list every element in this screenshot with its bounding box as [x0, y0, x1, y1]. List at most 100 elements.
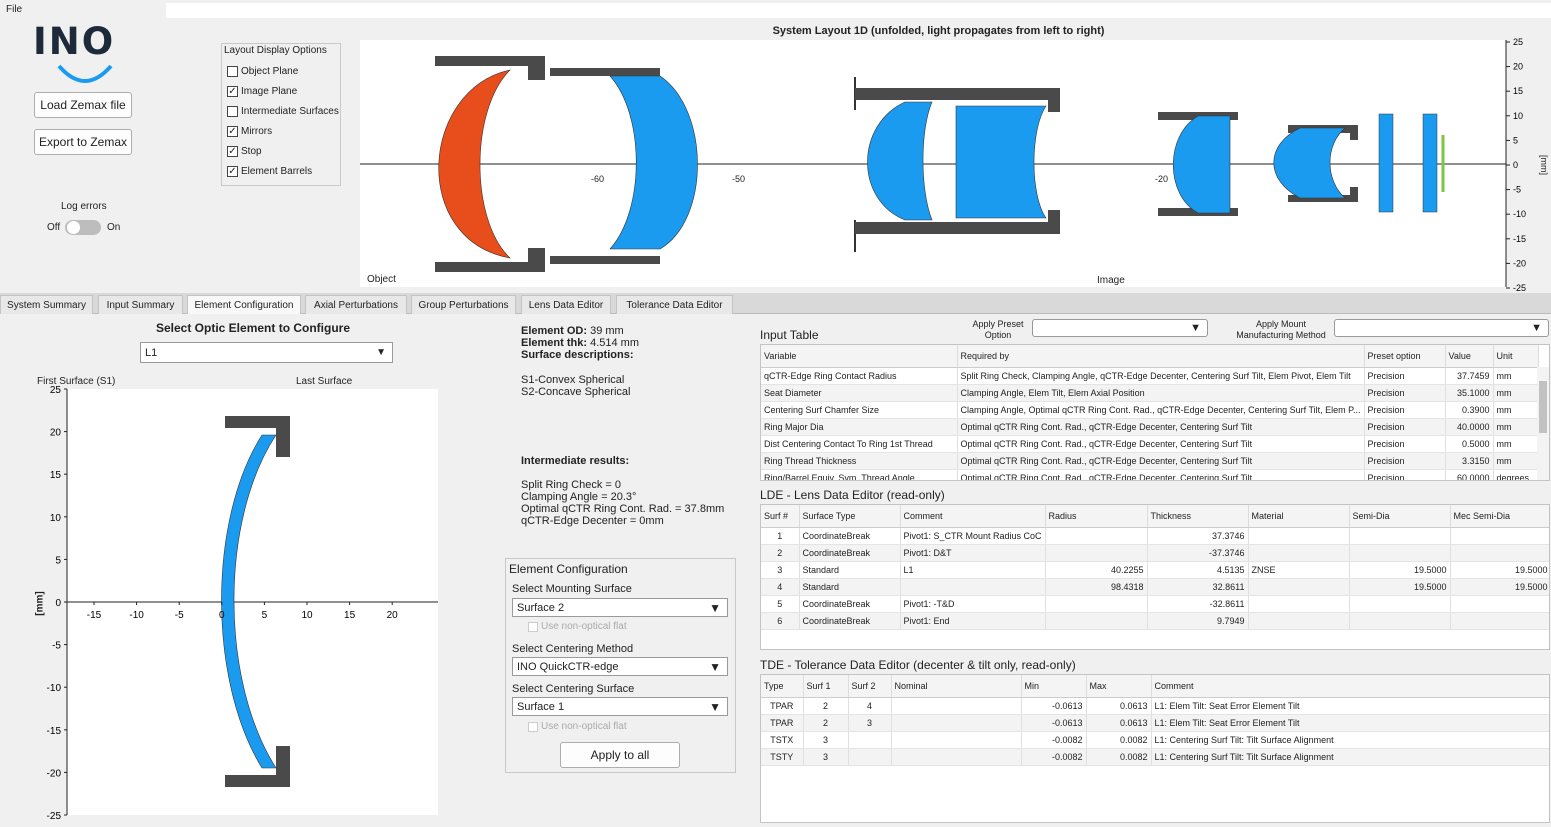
ino-logo: INO: [33, 20, 116, 63]
tab-group-perturbations[interactable]: Group Perturbations: [411, 295, 516, 314]
column-header: Max: [1086, 675, 1152, 698]
checkbox-image-plane[interactable]: ✓ Image Plane: [227, 86, 297, 97]
thk-label: Element thk:: [521, 337, 588, 349]
table-cell: mm: [1493, 367, 1539, 385]
tab-system-summary[interactable]: System Summary: [0, 295, 93, 314]
log-errors-toggle[interactable]: [65, 220, 101, 235]
tab-lens-data-editor[interactable]: Lens Data Editor: [521, 295, 611, 314]
table-cell: [1349, 595, 1451, 613]
checkbox-label: Image Plane: [241, 86, 298, 97]
y-tick-label: 15: [1513, 86, 1523, 96]
checkbox-element-barrels[interactable]: ✓ Element Barrels: [227, 166, 312, 177]
table-cell: L1: Elem Tilt: Seat Error Element Tilt: [1151, 697, 1549, 715]
table-cell: 19.5000: [1349, 578, 1451, 596]
table-cell: Pivot1: D&T: [900, 544, 1046, 562]
table-row[interactable]: 3 Standard L1 40.2255 4.5135 ZNSE 19.5000 19.50…: [761, 561, 1549, 579]
element-od: Element OD: 39 mm: [521, 325, 624, 337]
element-configuration-panel: Element Configuration Select Mounting Su…: [505, 558, 736, 773]
result-line: qCTR-Edge Decenter = 0mm: [521, 515, 664, 527]
checkbox-stop[interactable]: ✓ Stop: [227, 146, 262, 157]
tde-body: TPAR 2 4 -0.0613 0.0613 L1: Elem Tilt: Seat E…: [761, 697, 1549, 766]
table-cell: Ring Thread Thickness: [761, 452, 958, 470]
table-cell: [1450, 595, 1549, 613]
centering-surface-dropdown[interactable]: Surface 1 ▼: [512, 697, 728, 716]
surface-desc-s1: S1-Convex Spherical: [521, 374, 625, 386]
load-zemax-button[interactable]: Load Zemax file: [34, 92, 132, 118]
table-cell: 0.0082: [1086, 731, 1152, 749]
apply-to-all-button[interactable]: Apply to all: [560, 742, 680, 768]
centering-method-value: INO QuickCTR-edge: [517, 660, 619, 673]
table-row[interactable]: Ring Thread Thickness Optimal qCTR Ring C…: [761, 452, 1539, 470]
log-off-label: Off: [47, 222, 61, 233]
table-cell: 2: [803, 697, 849, 715]
column-header: Unit: [1493, 345, 1539, 368]
table-cell: mm: [1493, 418, 1539, 436]
input-table-scrollbar[interactable]: [1537, 367, 1549, 480]
checkbox-intermediate-surfaces[interactable]: Intermediate Surfaces: [227, 106, 339, 117]
table-row[interactable]: TPAR 2 4 -0.0613 0.0613 L1: Elem Tilt: Seat E…: [761, 697, 1549, 715]
y-tick-label: -20: [1513, 258, 1526, 268]
od-label: Element OD:: [521, 325, 588, 337]
table-row[interactable]: 5 CoordinateBreak Pivot1: -T&D -32.8611: [761, 595, 1549, 613]
y-axis-ticks: 25 20 15 10 5 0 -5 -10 -15 -20 -25: [1506, 37, 1526, 292]
apply-preset-label: Apply Preset Option: [972, 319, 1024, 340]
thk-value: 4.514 mm: [590, 337, 639, 349]
column-header: Mec Semi-Dia: [1450, 505, 1549, 528]
column-header: Min: [1021, 675, 1087, 698]
mount-method-dropdown[interactable]: ▼: [1334, 319, 1549, 337]
file-menu[interactable]: File: [6, 4, 22, 15]
table-cell: [1450, 612, 1549, 630]
table-cell: qCTR-Edge Ring Contact Radius: [761, 367, 958, 385]
tab-element-configuration[interactable]: Element Configuration: [187, 295, 301, 314]
table-row[interactable]: Centering Surf Chamfer Size Clamping Angl…: [761, 401, 1539, 419]
y-tick-label: -5: [52, 641, 61, 652]
preset-dropdown[interactable]: ▼: [1032, 319, 1208, 337]
centering-method-dropdown[interactable]: INO QuickCTR-edge ▼: [512, 657, 728, 676]
column-header: Radius: [1045, 505, 1148, 528]
table-cell: 9.7949: [1147, 612, 1249, 630]
mounting-surface-dropdown[interactable]: Surface 2 ▼: [512, 598, 728, 617]
table-cell: TPAR: [761, 697, 804, 715]
table-row[interactable]: TPAR 2 3 -0.0613 0.0613 L1: Elem Tilt: Seat E…: [761, 714, 1549, 732]
table-row[interactable]: Seat Diameter Clamping Angle, Elem Tilt, …: [761, 384, 1539, 402]
table-row[interactable]: 6 CoordinateBreak Pivot1: End 9.7949: [761, 612, 1549, 630]
column-header: Semi-Dia: [1349, 505, 1451, 528]
lde-grid: Surf # Surface Type Comment Radius Thickness…: [761, 505, 1549, 630]
table-cell: 19.5000: [1349, 561, 1451, 579]
element-dropdown-value: L1: [145, 346, 158, 359]
table-row[interactable]: TSTX 3 -0.0082 0.0082 L1: Centering Surf Til…: [761, 731, 1549, 749]
table-row[interactable]: Ring Major Dia Optimal qCTR Ring Cont. Ra…: [761, 418, 1539, 436]
table-cell: L1: Centering Surf Tilt: Tilt Surface Al…: [1151, 748, 1549, 766]
table-row[interactable]: qCTR-Edge Ring Contact Radius Split Ring …: [761, 367, 1539, 385]
element-dropdown[interactable]: L1 ▼: [140, 342, 393, 363]
table-row[interactable]: TSTY 3 -0.0082 0.0082 L1: Centering Surf Til…: [761, 748, 1549, 766]
checkbox-object-plane[interactable]: Object Plane: [227, 66, 298, 77]
chevron-down-icon: ▼: [709, 660, 721, 674]
scrollbar-thumb[interactable]: [1539, 381, 1547, 433]
lde-body: 1 CoordinateBreak Pivot1: S_CTR Mount Radi…: [761, 527, 1549, 630]
y-tick-label: 5: [1513, 135, 1518, 145]
tde-header: Type Surf 1 Surf 2 Nominal Min Max Comment: [761, 675, 1549, 698]
table-row[interactable]: 4 Standard 98.4318 32.8611 19.5000 19.5000: [761, 578, 1549, 596]
table-row[interactable]: 2 CoordinateBreak Pivot1: D&T -37.3746: [761, 544, 1549, 562]
checkbox-mirrors[interactable]: ✓ Mirrors: [227, 126, 272, 137]
tab-input-summary[interactable]: Input Summary: [98, 295, 183, 314]
tab-tolerance-data-editor[interactable]: Tolerance Data Editor: [616, 295, 733, 314]
tab-axial-perturbations[interactable]: Axial Perturbations: [305, 295, 407, 314]
tab-bar: System Summary Input Summary Element Con…: [0, 293, 1551, 314]
column-header: Comment: [1151, 675, 1549, 698]
export-zemax-button[interactable]: Export to Zemax: [34, 129, 132, 155]
y-tick-label: 15: [50, 470, 62, 481]
log-on-label: On: [107, 222, 121, 233]
element-y-label: [mm]: [34, 591, 46, 616]
table-row[interactable]: 1 CoordinateBreak Pivot1: S_CTR Mount Radi…: [761, 527, 1549, 545]
chevron-down-icon: ▼: [709, 700, 721, 714]
table-row[interactable]: Ring/Barrel Equiv. Sym. Thread Angle Opti…: [761, 469, 1539, 480]
non-optical-flat-2[interactable]: Use non-optical flat: [528, 721, 627, 732]
surface-desc-label: Surface descriptions:: [521, 349, 634, 361]
result-line: Clamping Angle = 20.3°: [521, 491, 637, 503]
table-row[interactable]: Dist Centering Contact To Ring 1st Threa…: [761, 435, 1539, 453]
column-header: Type: [761, 675, 804, 698]
y-tick-label: 25: [1513, 37, 1523, 47]
non-optical-flat-1[interactable]: Use non-optical flat: [528, 621, 627, 632]
